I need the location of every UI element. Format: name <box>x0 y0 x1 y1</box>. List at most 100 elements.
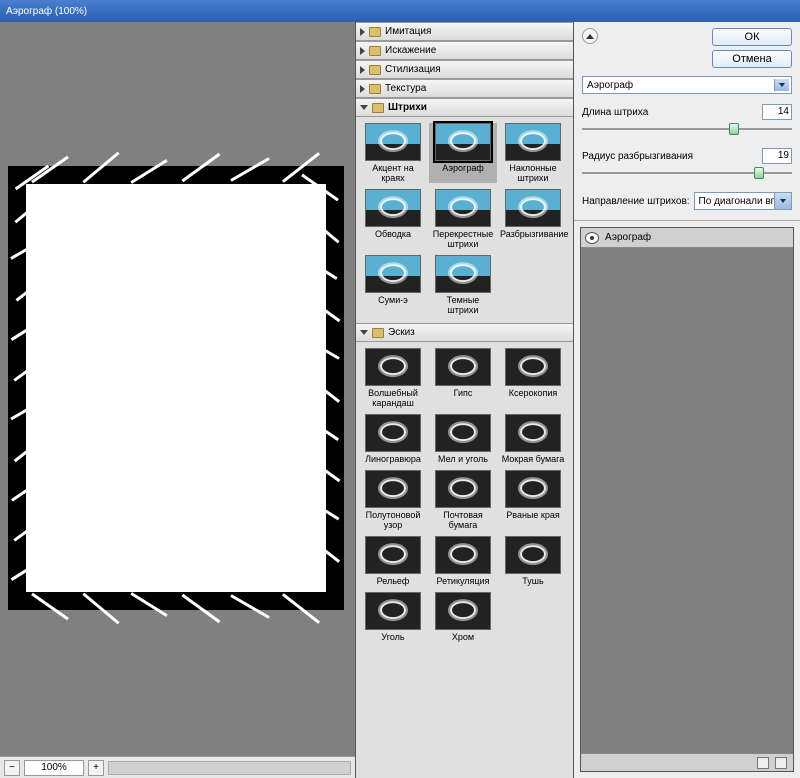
filter-thumb[interactable]: Тушь <box>499 536 567 586</box>
category-label: Искажение <box>385 45 436 56</box>
thumb-label: Хром <box>452 632 474 642</box>
thumb-label: Ретикуляция <box>437 576 490 586</box>
filter-thumb[interactable]: Темные штрихи <box>429 255 497 315</box>
preview-viewport[interactable] <box>6 28 346 748</box>
category-imitation[interactable]: Имитация <box>356 22 573 41</box>
folder-icon <box>369 46 381 56</box>
chevron-down-icon <box>779 83 785 87</box>
delete-layer-icon[interactable] <box>775 757 787 769</box>
preview-canvas <box>8 166 344 610</box>
slider-thumb[interactable] <box>729 123 739 135</box>
dropdown-value: Аэрограф <box>587 80 633 91</box>
category-label: Имитация <box>385 26 431 37</box>
thumb-preview <box>505 189 561 227</box>
disclosure-triangle-icon <box>360 85 365 93</box>
gallery-scroll[interactable]: Имитация Искажение Стилизация Текстура Ш… <box>356 22 573 778</box>
category-distortion[interactable]: Искажение <box>356 41 573 60</box>
filter-thumb[interactable]: Ксерокопия <box>499 348 567 408</box>
filter-thumb[interactable]: Уголь <box>359 592 427 642</box>
thumb-preview <box>435 123 491 161</box>
thumb-label: Мокрая бумага <box>502 454 565 464</box>
disclosure-triangle-open-icon <box>360 330 368 335</box>
thumb-preview <box>435 348 491 386</box>
thumb-preview <box>435 592 491 630</box>
param-spray-radius: Радиус разбрызгивания 19 <box>582 148 792 180</box>
window-title: Аэрограф (100%) <box>6 6 87 17</box>
ok-button[interactable]: ОК <box>712 28 792 46</box>
category-texture[interactable]: Текстура <box>356 79 573 98</box>
filter-thumb[interactable]: Ретикуляция <box>429 536 497 586</box>
filter-thumb[interactable]: Хром <box>429 592 497 642</box>
effect-layers-panel: Аэрограф <box>580 227 794 772</box>
folder-icon <box>372 328 384 338</box>
effect-layer-row[interactable]: Аэрограф <box>581 228 793 248</box>
filter-thumb[interactable]: Гипс <box>429 348 497 408</box>
filter-thumb[interactable]: Мел и уголь <box>429 414 497 464</box>
thumb-preview <box>365 348 421 386</box>
category-sketch[interactable]: Эскиз <box>356 323 573 342</box>
collapse-panel-button[interactable] <box>582 28 598 44</box>
thumb-preview <box>365 592 421 630</box>
strokes-thumb-grid: Акцент на краяхАэрографНаклонные штрихи О… <box>356 117 573 323</box>
thumb-preview <box>435 536 491 574</box>
filter-thumb[interactable]: Обводка <box>359 189 427 249</box>
thumb-preview <box>435 255 491 293</box>
filter-select-dropdown[interactable]: Аэрограф <box>582 76 792 94</box>
filter-thumb[interactable]: Рельеф <box>359 536 427 586</box>
zoom-spacer <box>108 761 351 775</box>
filter-thumb[interactable]: Суми-э <box>359 255 427 315</box>
filter-thumb[interactable]: Рваные края <box>499 470 567 530</box>
filter-thumb[interactable]: Наклонные штрихи <box>499 123 567 183</box>
category-stylize[interactable]: Стилизация <box>356 60 573 79</box>
minus-icon: − <box>9 762 15 773</box>
category-strokes[interactable]: Штрихи <box>356 98 573 117</box>
filter-thumb[interactable]: Мокрая бумага <box>499 414 567 464</box>
thumb-label: Линогравюра <box>365 454 421 464</box>
filter-gallery-column: Имитация Искажение Стилизация Текстура Ш… <box>356 22 574 778</box>
filter-thumb[interactable]: Почтовая бумага <box>429 470 497 530</box>
zoom-value-field[interactable]: 100% <box>24 760 84 776</box>
direction-dropdown[interactable]: По диагонали вправо <box>694 192 792 210</box>
window-titlebar: Аэрограф (100%) <box>0 0 800 22</box>
spray-radius-slider[interactable] <box>582 166 792 180</box>
category-label: Стилизация <box>385 64 441 75</box>
preview-area <box>0 22 355 756</box>
new-layer-icon[interactable] <box>757 757 769 769</box>
filter-thumb[interactable]: Полутоновой узор <box>359 470 427 530</box>
thumb-label: Почтовая бумага <box>430 510 496 530</box>
workspace: − 100% + Имитация Искажение Стилизация Т… <box>0 22 800 778</box>
thumb-label: Гипс <box>454 388 473 398</box>
zoom-in-button[interactable]: + <box>88 760 104 776</box>
category-label: Текстура <box>385 83 426 94</box>
visibility-eye-icon[interactable] <box>585 232 599 244</box>
thumb-label: Мел и уголь <box>438 454 488 464</box>
filter-thumb[interactable]: Акцент на краях <box>359 123 427 183</box>
chevron-down-icon <box>780 199 786 203</box>
filter-thumb[interactable]: Линогравюра <box>359 414 427 464</box>
cancel-button[interactable]: Отмена <box>712 50 792 68</box>
param-label: Направление штрихов: <box>582 196 690 207</box>
dropdown-value: По диагонали вправо <box>699 196 792 207</box>
thumb-preview <box>365 536 421 574</box>
thumb-preview <box>365 123 421 161</box>
stroke-length-slider[interactable] <box>582 122 792 136</box>
thumb-label: Уголь <box>381 632 404 642</box>
preview-column: − 100% + <box>0 22 356 778</box>
zoom-out-button[interactable]: − <box>4 760 20 776</box>
spray-radius-input[interactable]: 19 <box>762 148 792 164</box>
thumb-preview <box>435 414 491 452</box>
filter-thumb[interactable]: Перекрестные штрихи <box>429 189 497 249</box>
thumb-label: Полутоновой узор <box>360 510 426 530</box>
dialog-button-row: ОК <box>582 28 792 46</box>
thumb-preview <box>505 123 561 161</box>
stroke-length-input[interactable]: 14 <box>762 104 792 120</box>
thumb-preview <box>365 414 421 452</box>
filter-thumb[interactable]: Аэрограф <box>429 123 497 183</box>
dialog-button-row-2: Отмена <box>582 50 792 68</box>
filter-thumb[interactable]: Разбрызгивание <box>499 189 567 249</box>
thumb-label: Рельеф <box>377 576 410 586</box>
slider-thumb[interactable] <box>754 167 764 179</box>
brush-border-effect <box>8 166 344 610</box>
filter-thumb[interactable]: Волшебный карандаш <box>359 348 427 408</box>
plus-icon: + <box>93 762 99 773</box>
